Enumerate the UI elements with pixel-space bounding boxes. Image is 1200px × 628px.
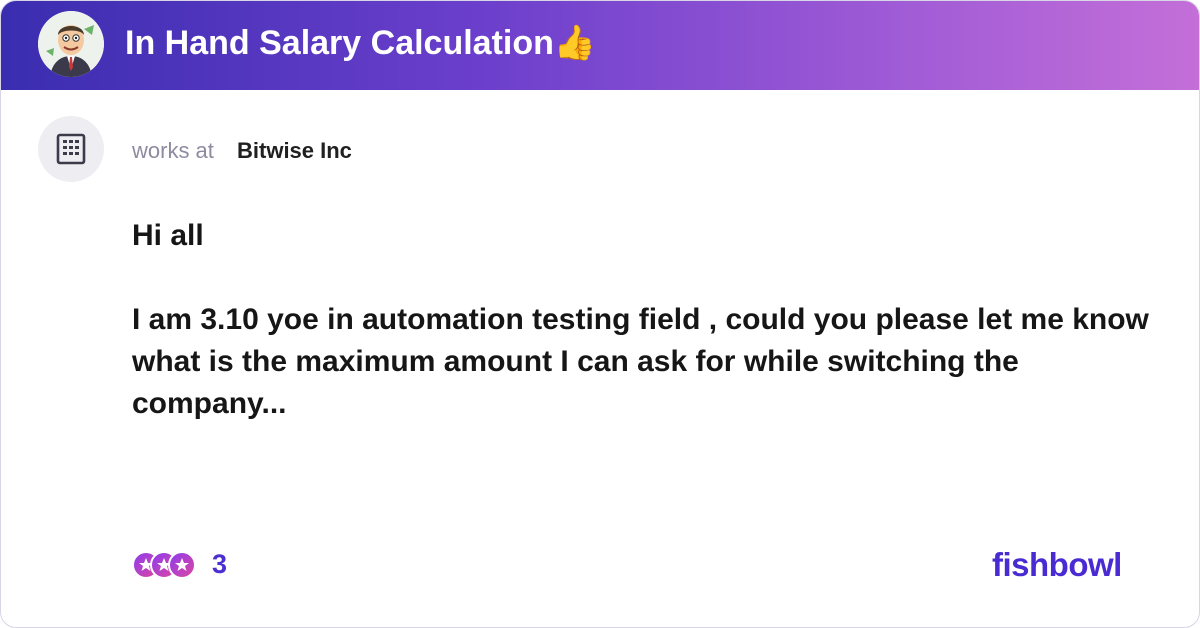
works-at-label: works at bbox=[132, 138, 214, 163]
company-name[interactable]: Bitwise Inc bbox=[237, 138, 352, 164]
businessman-avatar-icon bbox=[38, 11, 104, 77]
star-reaction-icon bbox=[168, 551, 196, 579]
fishbowl-logo[interactable]: fishbowl bbox=[992, 546, 1122, 584]
bowl-header: In Hand Salary Calculation👍 bbox=[1, 1, 1199, 90]
building-icon bbox=[38, 116, 104, 182]
post-card: In Hand Salary Calculation👍 works at Bit… bbox=[0, 0, 1200, 628]
post-greeting: Hi all bbox=[132, 219, 204, 252]
bowl-title[interactable]: In Hand Salary Calculation👍 bbox=[125, 23, 596, 63]
post-text: I am 3.10 yoe in automation testing fiel… bbox=[132, 303, 1149, 420]
post-body: Hi all I am 3.10 yoe in automation testi… bbox=[132, 215, 1152, 425]
reactions-group[interactable] bbox=[131, 550, 201, 580]
reaction-count[interactable]: 3 bbox=[212, 549, 227, 580]
